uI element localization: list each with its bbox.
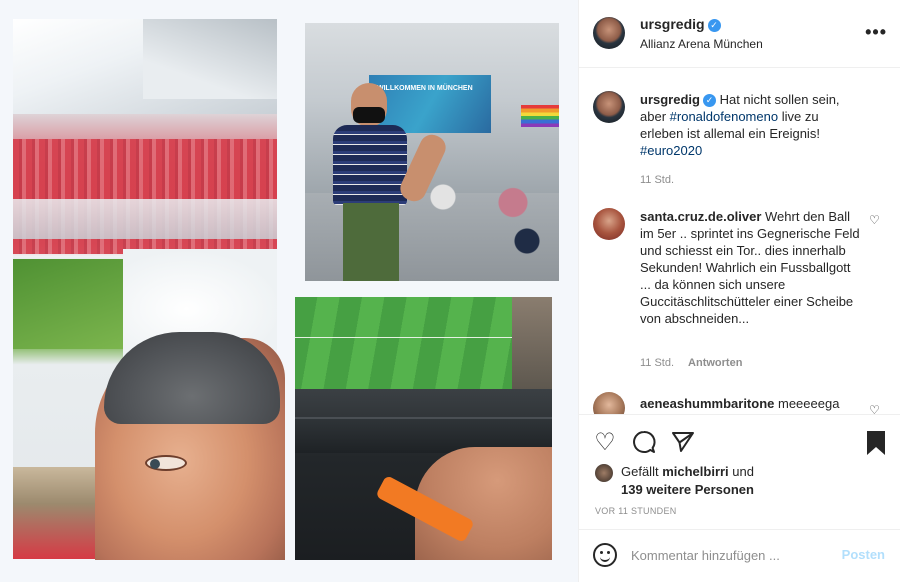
post-side-panel: ursgredig ✓ Allianz Arena München ••• urs… [578,0,900,582]
comment-time[interactable]: 11 Std. [640,357,674,369]
comment-body: Wehrt den Ball im 5er .. sprintet ins Ge… [640,209,860,326]
send-icon[interactable] [669,429,697,457]
post-header: ursgredig ✓ Allianz Arena München ••• [579,0,900,68]
author-handle[interactable]: ursgredig ✓ [640,16,721,32]
commenter-avatar[interactable] [593,392,625,414]
post-comment-button[interactable]: Posten [842,547,885,562]
selfie-eye [145,455,187,471]
emoji-icon[interactable] [593,543,617,567]
caption-mention-link[interactable]: #ronaldofenomeno [670,109,778,124]
comment-body: meeeeega [778,396,840,411]
comments-list[interactable]: ursgredig ✓ Hat nicht sollen sein, aber #… [579,69,900,414]
heart-icon[interactable]: ♡ [591,429,619,457]
station-photo: WILLKOMMEN IN MÜNCHEN [305,23,559,281]
bookmark-icon[interactable] [862,429,890,457]
pitch-side-stand [512,297,552,389]
add-comment-bar: Posten [579,529,900,582]
likes-prefix: Gefällt [621,464,659,479]
liker-username[interactable]: michelbirri [662,464,728,479]
comment-like-heart-icon[interactable]: ♡ [869,214,883,226]
comment-author[interactable]: santa.cruz.de.oliver [640,209,761,224]
caption: ursgredig ✓ Hat nicht sollen sein, aber #… [593,91,883,201]
comment-item: santa.cruz.de.oliver Wehrt den Ball im 5… [593,208,883,378]
post-timestamp[interactable]: VOR 11 STUNDEN [595,506,677,516]
green-pants [343,203,399,281]
author-avatar[interactable] [593,17,625,49]
comment-like-heart-icon[interactable]: ♡ [869,404,883,414]
comment-author[interactable]: aeneashummbaritone [640,396,774,411]
stadium-roof-structure [143,19,277,99]
stadium-pitch [13,259,133,349]
likes-connector: und [732,464,754,479]
reply-button[interactable]: Antworten [688,357,742,369]
rainbow-flag [521,105,559,127]
commenter-avatar[interactable] [593,208,625,240]
comment-text: aeneashummbaritone meeeeega [640,395,870,412]
post-media[interactable]: WILLKOMMEN IN MÜNCHEN [0,0,578,582]
comment-text: santa.cruz.de.oliver Wehrt den Ball im 5… [640,208,860,327]
more-options-icon[interactable]: ••• [865,22,887,43]
stadium-upper-stands [13,199,277,239]
seat-view-photo [295,297,552,560]
caption-author-avatar[interactable] [593,91,625,123]
post-location[interactable]: Allianz Arena München [640,37,763,51]
caption-time[interactable]: 11 Std. [640,174,674,186]
masked-man [333,83,407,281]
likes-text: Gefällt michelbirri und 139 weitere Pers… [621,463,754,499]
liker-avatar[interactable] [595,464,613,482]
comment-icon[interactable] [630,429,658,457]
comment-meta: 11 Std. Antworten [640,357,742,369]
author-handle-text[interactable]: ursgredig [640,16,705,32]
likes-count-link[interactable]: 139 weitere Personen [621,482,754,497]
caption-text: ursgredig ✓ Hat nicht sollen sein, aber #… [640,91,860,159]
comment-item: aeneashummbaritone meeeeega ♡ [593,392,883,414]
caption-hashtag-link[interactable]: #euro2020 [640,143,702,158]
caption-author[interactable]: ursgredig [640,92,700,107]
face-mask [353,107,385,123]
comment-input[interactable] [631,543,836,567]
verified-badge-icon: ✓ [702,94,716,108]
striped-shirt [333,125,407,205]
post-actions: ♡ Gefällt michelbirri und 139 weitere Pe… [579,414,900,529]
verified-badge-icon: ✓ [707,18,721,32]
